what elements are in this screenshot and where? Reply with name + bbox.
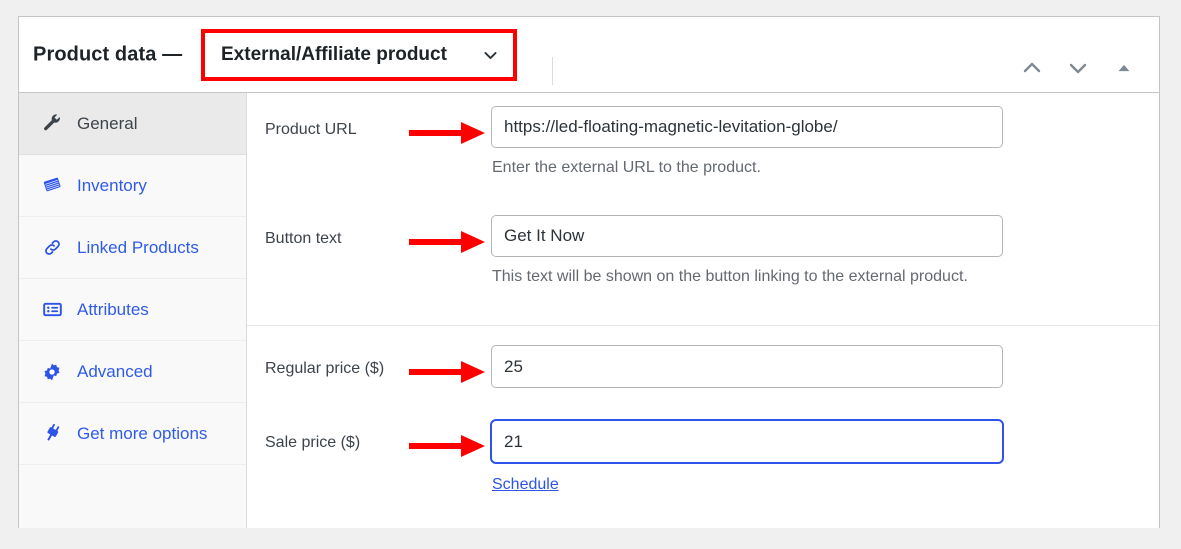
page-title: Product data — (33, 43, 183, 66)
field-group-pricing: Regular price ($) 25 Sale price ($) 21 S… (247, 325, 1159, 529)
product-url-label: Product URL (265, 121, 357, 138)
field-group-external: Product URL https://led-floating-magneti… (247, 93, 1159, 325)
product-url-input[interactable] (491, 106, 1003, 148)
panel-header: Product data — External/Affiliate produc… (19, 17, 1159, 93)
panel-body: General Inventory Linked Products Attrib… (19, 93, 1159, 528)
product-data-tabs: General Inventory Linked Products Attrib… (19, 93, 247, 528)
sale-price-input[interactable] (490, 419, 1004, 464)
sidebar-item-inventory[interactable]: Inventory (19, 155, 246, 217)
annotation-arrow-regular-price (409, 361, 485, 383)
chevron-down-icon (482, 47, 499, 64)
chevron-down-icon (1067, 57, 1089, 82)
sidebar-item-linked-products[interactable]: Linked Products (19, 217, 246, 279)
sale-price-schedule-link[interactable]: Schedule (492, 476, 559, 494)
regular-price-input[interactable] (491, 345, 1003, 388)
button-text-label: Button text (265, 230, 342, 247)
sidebar-item-get-more-options[interactable]: Get more options (19, 403, 246, 465)
header-divider (552, 57, 553, 85)
sidebar-item-label: Get more options (77, 423, 208, 443)
button-text-input[interactable] (491, 215, 1003, 257)
product-url-description: Enter the external URL to the product. (492, 159, 761, 176)
sidebar-item-label: Inventory (77, 175, 147, 195)
list-box-icon (41, 299, 63, 321)
annotation-arrow-sale-price (409, 435, 485, 457)
sidebar-item-general[interactable]: General (19, 93, 246, 155)
sidebar-item-advanced[interactable]: Advanced (19, 341, 246, 403)
product-type-select-wrapper: External/Affiliate product (201, 29, 517, 81)
layers-icon (41, 175, 63, 197)
button-text-description: This text will be shown on the button li… (492, 268, 968, 285)
sidebar-item-label: General (77, 113, 138, 133)
link-icon (41, 237, 63, 259)
fields-area: Product URL https://led-floating-magneti… (247, 93, 1159, 528)
sidebar-item-label: Advanced (77, 361, 153, 381)
move-up-button[interactable] (1019, 57, 1045, 81)
triangle-up-icon (1115, 59, 1133, 80)
product-type-selected-value: External/Affiliate product (221, 44, 447, 65)
wrench-icon (41, 113, 63, 135)
toggle-panel-button[interactable] (1111, 57, 1137, 81)
move-down-button[interactable] (1065, 57, 1091, 81)
sidebar-item-attributes[interactable]: Attributes (19, 279, 246, 341)
sidebar-item-label: Attributes (77, 299, 149, 319)
sale-price-label: Sale price ($) (265, 434, 361, 451)
annotation-arrow-button-text (409, 231, 485, 253)
chevron-up-icon (1021, 57, 1043, 82)
product-data-panel: Product data — External/Affiliate produc… (18, 16, 1160, 528)
regular-price-label: Regular price ($) (265, 360, 385, 377)
annotation-arrow-product-url (409, 122, 485, 144)
plug-icon (41, 423, 63, 445)
gear-icon (41, 361, 63, 383)
product-type-select[interactable]: External/Affiliate product (205, 33, 513, 77)
header-actions (1019, 57, 1137, 81)
sidebar-item-label: Linked Products (77, 237, 199, 257)
